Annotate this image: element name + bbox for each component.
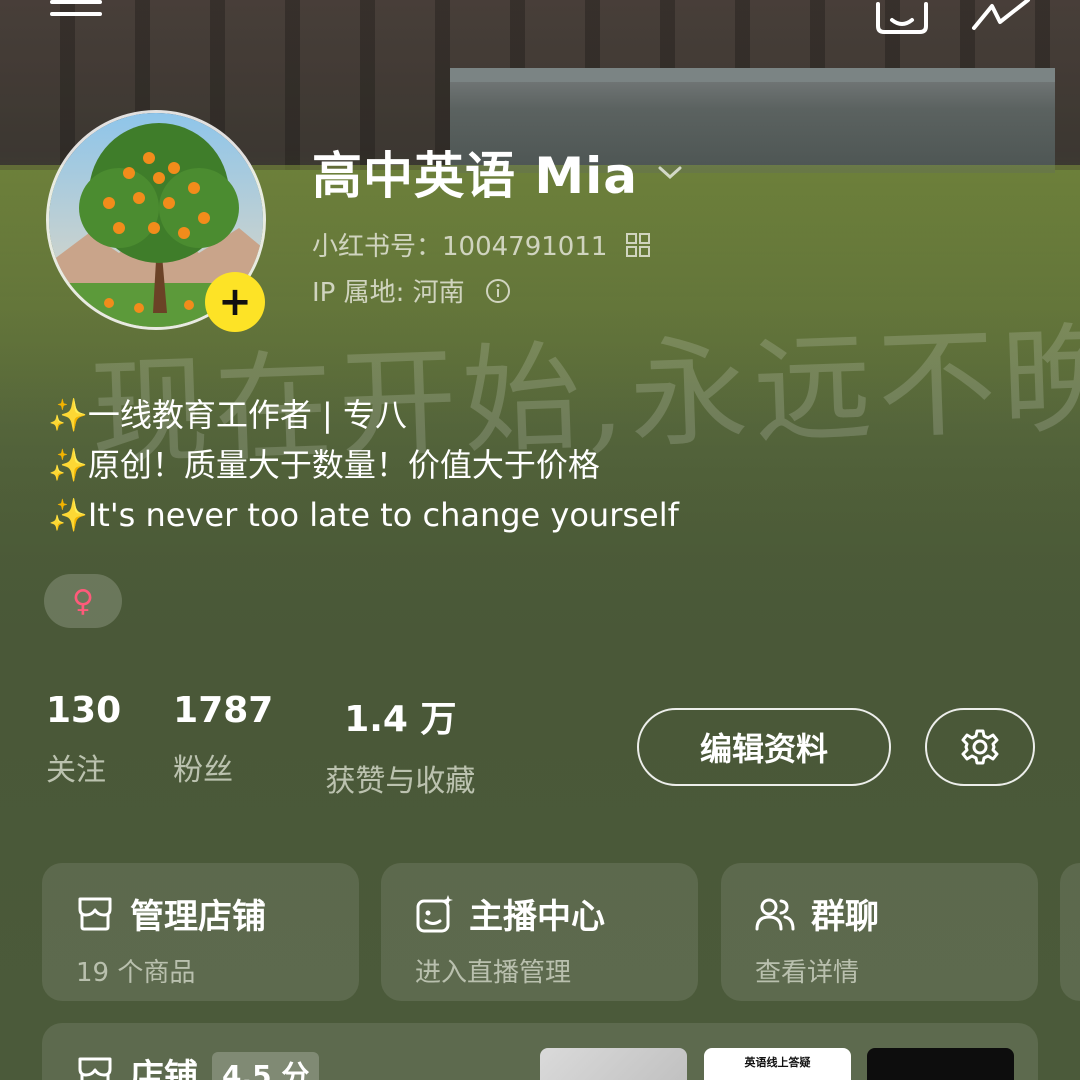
xhs-id-text: 小红书号：1004791011 <box>312 232 608 262</box>
bio-line: ✨原创！质量大于数量！价值大于价格 <box>48 446 600 484</box>
shop-product-thumbnail[interactable] <box>540 1048 687 1080</box>
card-host-center[interactable]: 主播中心 进入直播管理 <box>381 863 698 1001</box>
bio-line: ✨It's never too late to change yourself <box>48 496 679 534</box>
qr-code-icon[interactable] <box>625 232 651 258</box>
settings-button[interactable] <box>925 708 1035 786</box>
stat-value: 130 <box>46 690 122 731</box>
stat-likes-collections[interactable]: 1.4 万 获赞与收藏 <box>325 690 475 800</box>
stat-value: 1787 <box>173 690 274 731</box>
xhs-id: 小红书号：1004791011 <box>312 226 651 263</box>
ip-location: IP 属地: 河南 <box>312 272 511 309</box>
profile-stats: 130 关注 1787 粉丝 1.4 万 获赞与收藏 <box>46 690 527 800</box>
group-icon <box>755 898 795 930</box>
stat-following[interactable]: 130 关注 <box>46 690 121 800</box>
edit-profile-button[interactable]: 编辑资料 <box>637 708 891 786</box>
profile-name-row[interactable]: 高中英语 Mia <box>312 136 684 208</box>
card-more-partial[interactable] <box>1060 863 1080 1001</box>
bio-line: ✨一线教育工作者 | 专八 <box>48 396 407 434</box>
gender-tag: ♀ <box>44 574 122 628</box>
gear-icon <box>961 729 999 765</box>
shop-icon <box>78 1057 112 1080</box>
shop-cart-icon[interactable] <box>872 0 932 36</box>
info-icon[interactable] <box>485 278 511 304</box>
profile-bio: ✨一线教育工作者 | 专八 ✨原创！质量大于数量！价值大于价格 ✨It's ne… <box>48 390 679 540</box>
live-icon <box>416 894 453 932</box>
chevron-down-icon <box>658 166 682 180</box>
sparkle-icon: ✨ <box>48 496 88 534</box>
stat-label: 获赞与收藏 <box>325 764 476 799</box>
shop-product-thumbnail[interactable] <box>867 1048 1014 1080</box>
female-icon: ♀ <box>72 583 94 619</box>
stat-followers[interactable]: 1787 粉丝 <box>173 690 273 800</box>
share-icon[interactable] <box>970 0 1034 36</box>
card-title: 管理店铺 <box>76 889 325 938</box>
card-title: 群聊 <box>755 889 1004 938</box>
card-subtitle: 进入直播管理 <box>415 958 572 988</box>
shop-icon <box>78 897 112 930</box>
menu-icon[interactable] <box>50 0 104 26</box>
stat-value: 1.4 万 <box>344 699 457 740</box>
card-group-chat[interactable]: 群聊 查看详情 <box>721 863 1038 1001</box>
card-manage-shop[interactable]: 管理店铺 19 个商品 <box>42 863 359 1001</box>
sparkle-icon: ✨ <box>48 446 88 484</box>
stat-label: 粉丝 <box>173 753 234 788</box>
stat-label: 关注 <box>46 753 106 788</box>
ip-location-text: IP 属地: 河南 <box>312 278 465 308</box>
shop-rating-badge: 4.5 分 <box>212 1051 320 1080</box>
thumbnail-caption: 英语线上答疑 <box>744 1056 811 1069</box>
add-avatar-button[interactable]: + <box>205 272 265 332</box>
card-subtitle: 查看详情 <box>755 958 860 988</box>
shop-product-thumbnail[interactable]: 英语线上答疑 <box>704 1048 851 1080</box>
shop-title: 店铺 <box>130 1057 198 1080</box>
card-subtitle: 19 个商品 <box>76 958 196 988</box>
sparkle-icon: ✨ <box>48 396 88 434</box>
profile-name: 高中英语 Mia <box>312 147 639 205</box>
card-title: 主播中心 <box>415 889 664 938</box>
